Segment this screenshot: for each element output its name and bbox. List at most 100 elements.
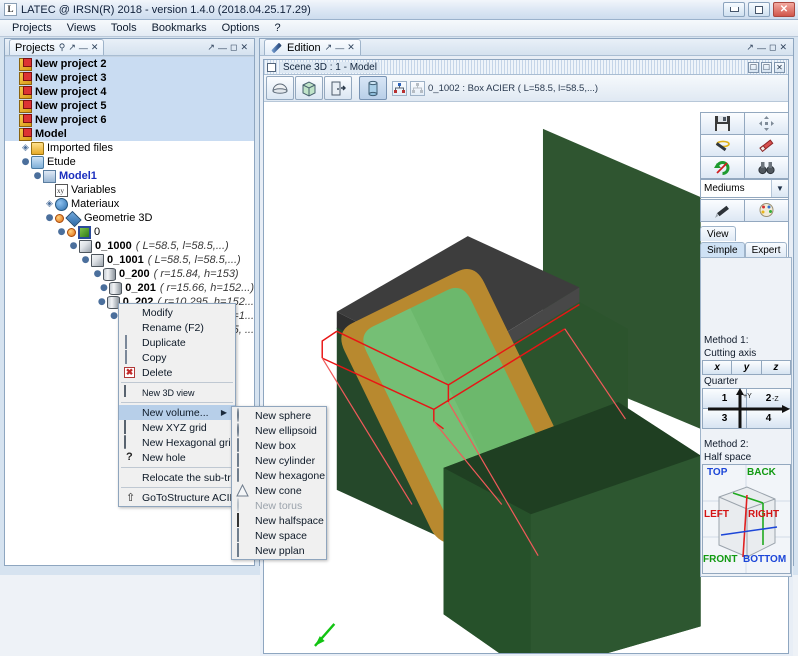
submenu-item-new-cylinder[interactable]: New cylinder (232, 453, 326, 468)
tree-item-0-201[interactable]: ●0_201( r=15.66, h=152...) (5, 281, 254, 295)
submenu-item-new-sphere[interactable]: New sphere (232, 408, 326, 423)
tree-expander-icon[interactable]: ● (93, 270, 102, 279)
face-bottom-button[interactable]: BOTTOM (743, 554, 786, 565)
close-button[interactable]: ✕ (773, 2, 795, 17)
submenu-item-new-hexagone[interactable]: New hexagone (232, 468, 326, 483)
minimize-icon[interactable]: — (79, 43, 88, 53)
tree-item-0[interactable]: ●0 (5, 225, 254, 239)
tree-item-imported-files[interactable]: ◈Imported files (5, 141, 254, 155)
hemisphere-tool-button[interactable] (266, 76, 294, 100)
menu-item-copy[interactable]: Copy (119, 350, 235, 365)
float-icon[interactable]: ↗ (68, 42, 76, 53)
menu-item-relocate-the-sub-tree[interactable]: Relocate the sub-tree (119, 470, 235, 485)
tree-item-new-project-2[interactable]: New project 2 (5, 57, 254, 71)
tree-item-new-project-6[interactable]: New project 6 (5, 113, 254, 127)
menu-item-duplicate[interactable]: Duplicate (119, 335, 235, 350)
tree-item-variables[interactable]: Variables (5, 183, 254, 197)
tree-item-new-project-3[interactable]: New project 3 (5, 71, 254, 85)
tree-item-geometrie-3d[interactable]: ●Geometrie 3D (5, 211, 254, 225)
menu-bookmarks[interactable]: Bookmarks (145, 21, 214, 35)
eraser-button[interactable] (744, 134, 789, 157)
maximize-icon-3[interactable]: ◻ (769, 42, 776, 53)
tree-expander-icon[interactable]: ● (81, 256, 90, 265)
tree-structure-gray-icon[interactable] (410, 81, 425, 96)
submenu-item-new-halfspace[interactable]: New halfspace (232, 513, 326, 528)
tree-item-new-project-4[interactable]: New project 4 (5, 85, 254, 99)
minimize-icon-3[interactable]: — (757, 43, 766, 53)
binoculars-button[interactable] (744, 156, 789, 179)
axis-y-button[interactable]: y (731, 360, 761, 375)
tree-item-model[interactable]: Model (5, 127, 254, 141)
tab-projects[interactable]: Projects ⚲ ↗ — ✕ (9, 39, 104, 55)
tree-item-0-1001[interactable]: ●0_1001( L=58.5, l=58.5,...) (5, 253, 254, 267)
menu-item-delete[interactable]: ✖Delete (119, 365, 235, 380)
menu-item-rename-f2[interactable]: Rename (F2) (119, 320, 235, 335)
context-menu[interactable]: ModifyRename (F2)DuplicateCopy✖Delete New… (118, 303, 236, 507)
float-icon[interactable]: ↗ (325, 42, 333, 53)
tree-expander-icon[interactable]: ● (57, 228, 66, 237)
submenu-item-new-pplan[interactable]: New pplan (232, 543, 326, 558)
face-top-button[interactable]: TOP (707, 467, 727, 478)
submenu-item-new-space[interactable]: New space (232, 528, 326, 543)
tab-view[interactable]: View (700, 226, 736, 241)
face-back-button[interactable]: BACK (747, 467, 776, 478)
tree-structure-icon[interactable] (392, 81, 407, 96)
magic-wand-button[interactable] (700, 134, 745, 157)
maximize-button[interactable] (748, 2, 770, 17)
minimize-icon[interactable]: — (335, 43, 344, 53)
menu-options[interactable]: Options (215, 21, 267, 35)
menu-views[interactable]: Views (60, 21, 103, 35)
maximize-icon-2[interactable]: ◻ (230, 42, 237, 53)
menu-tools[interactable]: Tools (104, 21, 144, 35)
menu-item-new-volume[interactable]: New volume...▶ (119, 405, 235, 420)
box-tool-button[interactable] (295, 76, 323, 100)
tab-simple[interactable]: Simple (700, 242, 745, 257)
tree-item-model1[interactable]: ●Model1 (5, 169, 254, 183)
menu-item-new-xyz-grid[interactable]: New XYZ grid (119, 420, 235, 435)
tab-edition[interactable]: Edition ↗ — ✕ (264, 39, 361, 55)
palette-button[interactable] (744, 199, 789, 222)
float-icon-3[interactable]: ↗ (746, 42, 754, 53)
tree-expander-icon[interactable]: ● (110, 312, 118, 321)
tree-item-materiaux[interactable]: ◈Materiaux (5, 197, 254, 211)
menu-item-new-hexagonal-grid[interactable]: New Hexagonal grid (119, 435, 235, 450)
close-icon[interactable]: ✕ (91, 42, 99, 53)
move-button[interactable] (744, 112, 789, 135)
tree-collapser-icon[interactable]: ◈ (45, 200, 54, 209)
tree-collapser-icon[interactable]: ◈ (21, 144, 30, 153)
menu-item-new-hole[interactable]: ?New hole (119, 450, 235, 465)
menu-item-gotostructure-acier[interactable]: ⇧GoToStructure ACIER (119, 490, 235, 505)
new-volume-submenu[interactable]: New sphereNew ellipsoidNew boxNew cylind… (231, 406, 327, 560)
scene-restore-button[interactable]: ☐ (748, 62, 759, 73)
tree-item-new-project-5[interactable]: New project 5 (5, 99, 254, 113)
minimize-icon-2[interactable]: — (218, 43, 227, 53)
menu-item-modify[interactable]: Modify (119, 305, 235, 320)
tree-expander-icon[interactable]: ● (69, 242, 78, 251)
cylinder-tool-button[interactable] (359, 76, 387, 100)
axis-x-button[interactable]: x (702, 360, 732, 375)
scene-close-button[interactable]: ✕ (774, 62, 785, 73)
scene-minimize-button[interactable]: ☐ (761, 62, 772, 73)
float-icon-2[interactable]: ↗ (207, 42, 215, 53)
face-right-button[interactable]: RIGHT (748, 509, 779, 520)
save-button[interactable] (700, 112, 745, 135)
submenu-item-new-torus[interactable]: New torus (232, 498, 326, 513)
submenu-item-new-box[interactable]: New box (232, 438, 326, 453)
close-icon-2[interactable]: ✕ (240, 42, 248, 53)
tree-expander-icon[interactable]: ● (100, 284, 109, 293)
door-tool-button[interactable] (324, 76, 352, 100)
face-left-button[interactable]: LEFT (704, 509, 729, 520)
close-icon-3[interactable]: ✕ (779, 42, 787, 53)
tree-item-0-200[interactable]: ●0_200( r=15.84, h=153) (5, 267, 254, 281)
chevron-down-icon[interactable]: ▼ (771, 180, 788, 197)
submenu-item-new-cone[interactable]: New cone (232, 483, 326, 498)
tab-expert[interactable]: Expert (745, 242, 788, 257)
mediums-combobox[interactable]: Mediums ▼ (700, 179, 789, 198)
tree-expander-icon[interactable]: ● (45, 214, 54, 223)
search-icon[interactable]: ⚲ (59, 42, 66, 53)
tree-expander-icon[interactable]: ● (98, 298, 106, 307)
submenu-item-new-ellipsoid[interactable]: New ellipsoid (232, 423, 326, 438)
tree-item-0-1000[interactable]: ●0_1000( L=58.5, l=58.5,...) (5, 239, 254, 253)
menu-item-new-3d-view[interactable]: New 3D view (119, 385, 235, 400)
marker-button[interactable] (700, 199, 745, 222)
